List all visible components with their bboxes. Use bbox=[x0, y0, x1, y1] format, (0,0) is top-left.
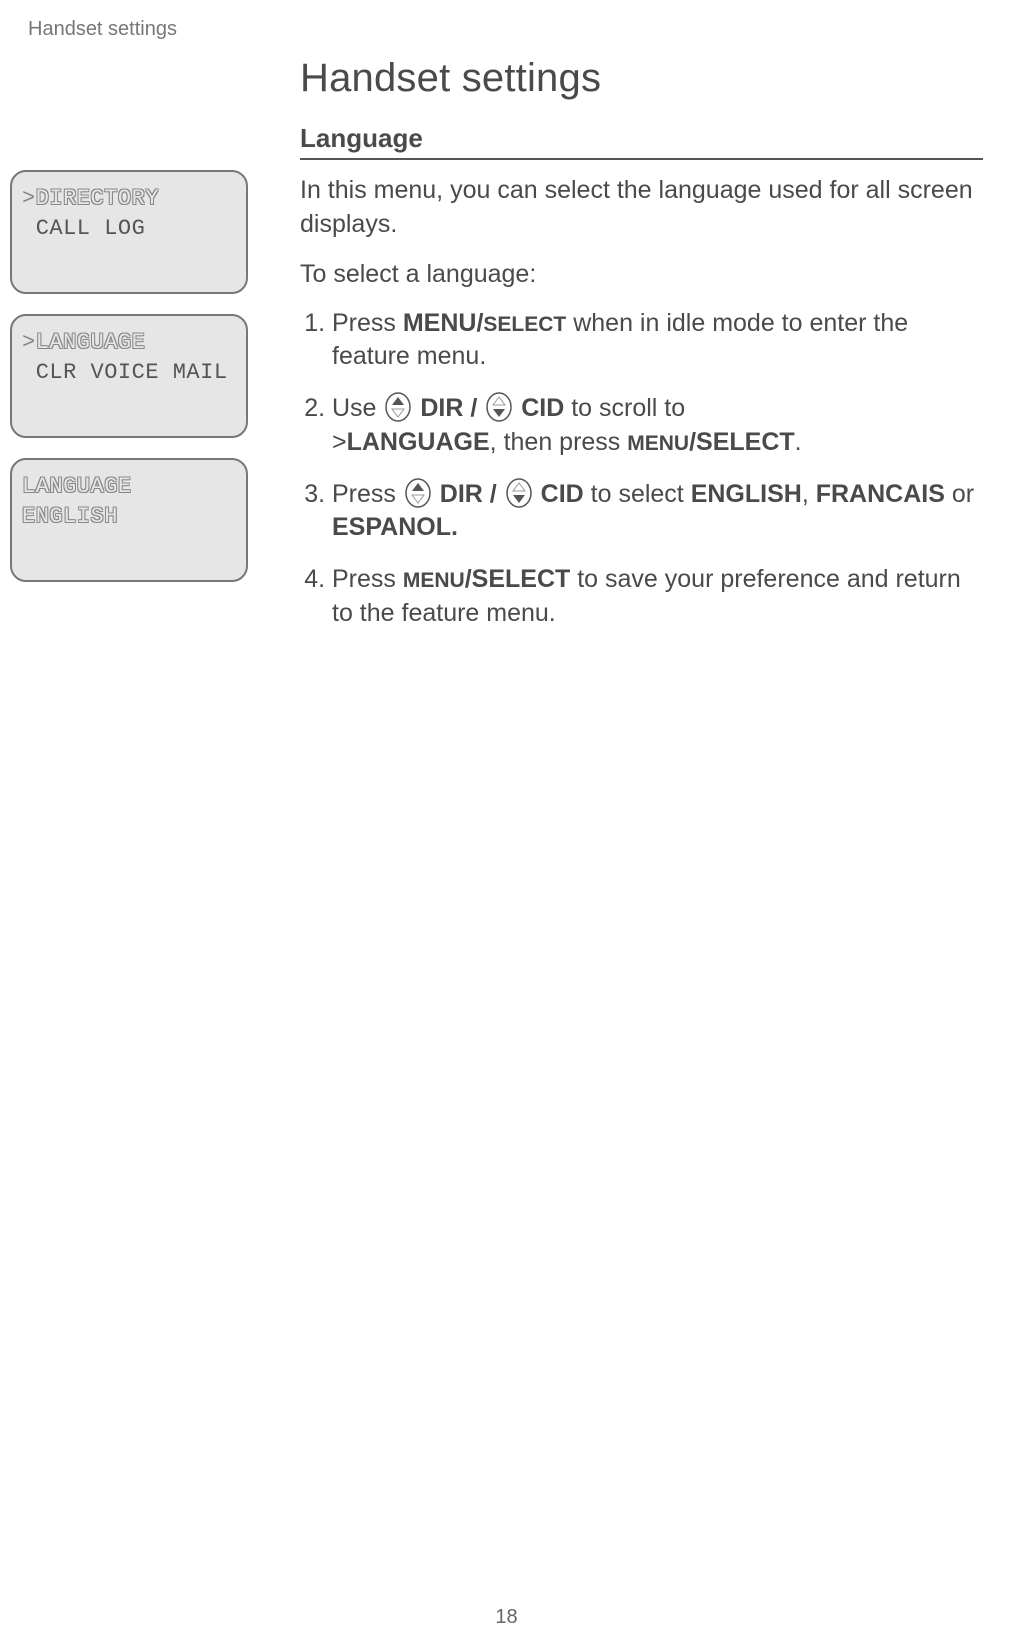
step3-cid: CID bbox=[534, 480, 584, 508]
step-1: Press MENU/SELECT when in idle mode to e… bbox=[332, 307, 983, 375]
page-title: Handset settings bbox=[300, 56, 983, 101]
lcd-screen-1: >DIRECTORY CALL LOG bbox=[10, 170, 248, 294]
step3-or: or bbox=[945, 480, 974, 508]
lcd2-caret: > bbox=[22, 330, 36, 355]
step2-language: LANGUAGE bbox=[347, 428, 490, 456]
lcd3-line1: LANGUAGE bbox=[22, 474, 132, 499]
page-number: 18 bbox=[0, 1606, 1013, 1629]
intro-paragraph-1: In this menu, you can select the languag… bbox=[300, 174, 983, 242]
step3-comma: , bbox=[802, 480, 816, 508]
step1-select: SELECT bbox=[483, 313, 566, 336]
lcd-screen-3: LANGUAGE ENGLISH bbox=[10, 458, 248, 582]
step3-english: ENGLISH bbox=[691, 480, 802, 508]
lcd3-line2: ENGLISH bbox=[22, 504, 118, 529]
step-2: Use DIR / CID to scroll to >LANGUAGE, th… bbox=[332, 392, 983, 460]
section-heading: Language bbox=[300, 123, 983, 160]
step2-select: /SELECT bbox=[689, 428, 795, 456]
step1-text-a: Press bbox=[332, 309, 403, 337]
nav-up-icon bbox=[403, 478, 433, 508]
lcd1-line1: DIRECTORY bbox=[36, 186, 159, 211]
step2-text-a: Use bbox=[332, 394, 383, 422]
lcd2-line1: LANGUAGE bbox=[36, 330, 146, 355]
step2-dir: DIR / bbox=[413, 394, 484, 422]
step2-period: . bbox=[795, 428, 802, 456]
step3-text-d: to select bbox=[584, 480, 691, 508]
step-3: Press DIR / CID to select ENGLISH, FRANC… bbox=[332, 478, 983, 546]
step-4: Press MENU/SELECT to save your preferenc… bbox=[332, 563, 983, 631]
step2-text-d: to scroll to bbox=[564, 394, 685, 422]
step2-gt: > bbox=[332, 428, 347, 456]
nav-down-icon bbox=[484, 392, 514, 422]
nav-up-icon bbox=[383, 392, 413, 422]
lcd1-pad bbox=[22, 216, 36, 241]
lcd2-pad bbox=[22, 360, 36, 385]
step3-dir: DIR / bbox=[433, 480, 504, 508]
step3-espanol: ESPANOL. bbox=[332, 513, 458, 541]
step4-menu: MENU bbox=[403, 569, 465, 592]
intro-paragraph-2: To select a language: bbox=[300, 260, 983, 289]
step2-cid: CID bbox=[514, 394, 564, 422]
running-head: Handset settings bbox=[28, 18, 177, 41]
nav-down-icon bbox=[504, 478, 534, 508]
lcd1-line2: CALL LOG bbox=[36, 216, 146, 241]
step4-select: /SELECT bbox=[465, 565, 571, 593]
lcd2-line2: CLR VOICE MAIL bbox=[36, 360, 228, 385]
step2-text-g: , then press bbox=[490, 428, 628, 456]
lcd-screen-2: >LANGUAGE CLR VOICE MAIL bbox=[10, 314, 248, 438]
lcd1-caret: > bbox=[22, 186, 36, 211]
step3-text-a: Press bbox=[332, 480, 403, 508]
lcd-screens-column: >DIRECTORY CALL LOG >LANGUAGE CLR VOICE … bbox=[10, 170, 248, 602]
steps-list: Press MENU/SELECT when in idle mode to e… bbox=[300, 307, 983, 631]
step1-menu: MENU/ bbox=[403, 309, 484, 337]
main-content: Handset settings Language In this menu, … bbox=[300, 56, 983, 649]
step2-menu: MENU bbox=[627, 432, 689, 455]
step4-text-a: Press bbox=[332, 565, 403, 593]
step3-francais: FRANCAIS bbox=[816, 480, 945, 508]
